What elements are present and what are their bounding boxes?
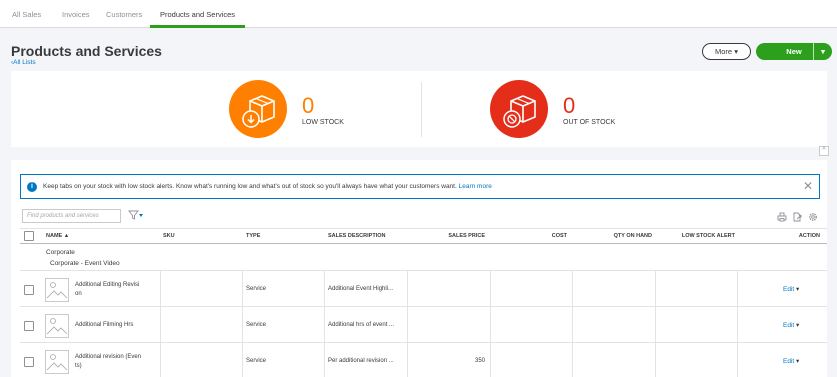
new-label: New — [786, 47, 802, 56]
chevron-down-icon: ▾ — [796, 286, 800, 293]
filter-icon[interactable] — [128, 209, 144, 223]
col-cost[interactable]: COST — [491, 233, 567, 239]
learn-more-link[interactable]: Learn more — [459, 183, 492, 190]
chevron-up-icon: ^ — [822, 147, 826, 154]
new-button[interactable]: New ▾ — [756, 43, 832, 60]
low-stock-icon[interactable] — [228, 79, 288, 139]
tab-customers[interactable]: Customers — [106, 10, 142, 19]
gear-icon[interactable] — [808, 212, 818, 224]
col-type[interactable]: TYPE — [246, 233, 260, 239]
top-nav: All Sales Invoices Customers Products an… — [0, 0, 837, 28]
new-dropdown-chevron-icon[interactable]: ▾ — [817, 43, 829, 60]
tab-products-and-services[interactable]: Products and Services — [149, 10, 246, 28]
col-action: ACTION — [798, 233, 820, 239]
image-placeholder-icon — [45, 350, 69, 374]
select-all-checkbox[interactable] — [24, 231, 34, 241]
chevron-down-icon: ▾ — [796, 322, 800, 329]
more-label: More — [715, 47, 733, 56]
low-stock-count[interactable]: 0 — [302, 95, 314, 117]
col-sales-price[interactable]: SALES PRICE — [409, 233, 485, 239]
subgroup-corporate-event-video: Corporate - Event Video — [50, 260, 120, 267]
tab-invoices[interactable]: Invoices — [62, 10, 90, 19]
row-checkbox[interactable] — [24, 357, 34, 367]
group-corporate: Corporate — [46, 249, 75, 256]
out-of-stock-icon[interactable] — [489, 79, 549, 139]
all-lists-label: All Lists — [13, 59, 36, 66]
edit-action[interactable]: Edit ▾ — [783, 357, 799, 365]
product-price: 350 — [474, 358, 485, 364]
low-stock-label[interactable]: LOW STOCK — [302, 119, 344, 126]
export-icon[interactable] — [792, 212, 802, 224]
product-type: Service — [246, 286, 267, 292]
col-name[interactable]: NAME ▲ — [46, 233, 69, 239]
product-name[interactable]: Additional Filming Hrs — [75, 322, 157, 328]
close-icon[interactable]: ✕ — [803, 179, 813, 193]
all-lists-link[interactable]: ‹All Lists — [11, 59, 36, 66]
product-name[interactable]: Additional revision (Even ts) — [75, 353, 157, 371]
low-stock-alert-banner: i Keep tabs on your stock with low stock… — [20, 174, 820, 199]
alert-text: Keep tabs on your stock with low stock a… — [43, 183, 492, 190]
tab-all-sales[interactable]: All Sales — [12, 10, 41, 19]
edit-action[interactable]: Edit ▾ — [783, 321, 799, 329]
product-type: Service — [246, 322, 267, 328]
col-sku[interactable]: SKU — [163, 233, 175, 239]
info-icon: i — [27, 182, 37, 192]
table-row: Additional Filming Hrs Service Additiona… — [20, 306, 827, 343]
col-low-stock-alert[interactable]: LOW STOCK ALERT — [656, 233, 735, 239]
alert-message: Keep tabs on your stock with low stock a… — [43, 183, 457, 190]
table-header: NAME ▲ SKU TYPE SALES DESCRIPTION SALES … — [20, 228, 827, 244]
col-qty-on-hand[interactable]: QTY ON HAND — [573, 233, 652, 239]
new-button-divider — [813, 43, 814, 60]
col-sales-description[interactable]: SALES DESCRIPTION — [328, 233, 385, 239]
product-description: Additional Event Highli... — [328, 286, 394, 292]
table-row: Additional Editing Revisi on Service Addi… — [20, 270, 827, 307]
chevron-down-icon: ▾ — [796, 358, 800, 365]
stock-summary-panel: 0 LOW STOCK 0 OUT OF STOCK — [11, 71, 827, 147]
product-type: Service — [246, 358, 267, 364]
chevron-down-icon: ▾ — [734, 47, 738, 56]
stock-divider — [421, 82, 422, 137]
edit-action[interactable]: Edit ▾ — [783, 285, 799, 293]
image-placeholder-icon — [45, 278, 69, 302]
row-checkbox[interactable] — [24, 321, 34, 331]
page-title: Products and Services — [11, 43, 162, 59]
product-name[interactable]: Additional Editing Revisi on — [75, 281, 157, 299]
table-row: Additional revision (Even ts) Service Per… — [20, 342, 827, 377]
product-description: Per additional revision ... — [328, 358, 394, 364]
search-input[interactable]: Find products and services — [22, 209, 121, 223]
print-icon[interactable] — [777, 212, 787, 224]
out-of-stock-count[interactable]: 0 — [563, 95, 575, 117]
image-placeholder-icon — [45, 314, 69, 338]
row-checkbox[interactable] — [24, 285, 34, 295]
more-button[interactable]: More ▾ — [702, 43, 751, 60]
out-of-stock-label[interactable]: OUT OF STOCK — [563, 119, 615, 126]
product-description: Additional hrs of event ... — [328, 322, 395, 328]
collapse-panel-button[interactable]: ^ — [819, 146, 829, 156]
